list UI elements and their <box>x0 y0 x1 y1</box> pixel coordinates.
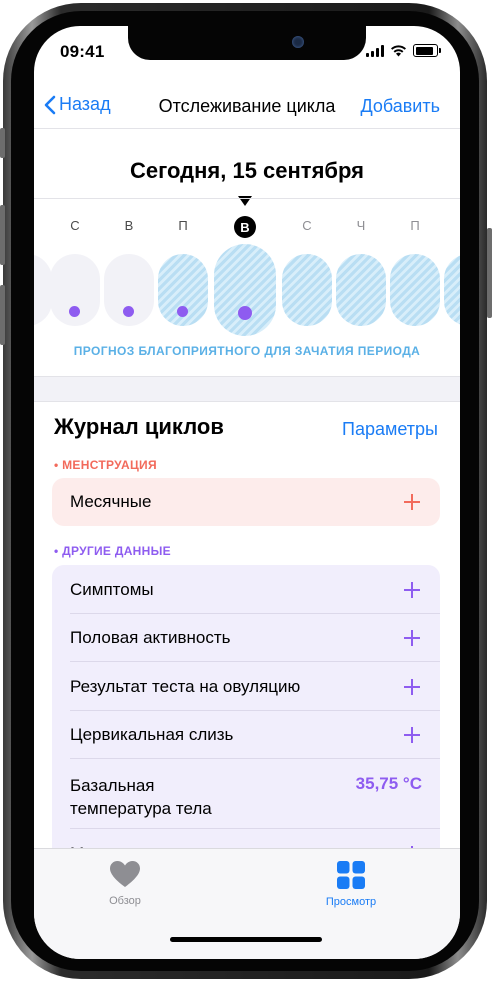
power-button <box>487 228 492 318</box>
day-letter: П <box>410 218 420 233</box>
basal-temperature-line2: температура тела <box>70 799 212 818</box>
section-gap <box>34 376 460 402</box>
calendar-divider <box>34 198 460 199</box>
day-letter-selected: В <box>234 216 256 238</box>
tab-browse-label: Просмотр <box>325 896 377 908</box>
tab-browse[interactable]: Просмотр <box>306 861 396 908</box>
period-row[interactable]: Месячные <box>52 478 440 526</box>
mute-switch <box>0 128 5 158</box>
day-cell-fertile[interactable] <box>444 254 460 326</box>
plus-icon[interactable] <box>404 679 420 695</box>
front-camera <box>292 36 304 48</box>
day-cell[interactable] <box>50 254 100 326</box>
fertile-forecast-label: ПРОГНОЗ БЛАГОПРИЯТНОГО ДЛЯ ЗАЧАТИЯ ПЕРИО… <box>73 344 421 358</box>
row-divider <box>70 758 440 759</box>
day-letter: П <box>178 218 188 233</box>
screen: 09:41 Назад Отслеживание цикла Добавить … <box>34 26 460 959</box>
home-indicator[interactable] <box>170 937 322 942</box>
day-letter: Ч <box>356 218 366 233</box>
menstruation-section-label: • МЕНСТРУАЦИЯ <box>54 458 157 472</box>
tab-bar: Обзор Просмотр <box>34 848 460 959</box>
day-cell-fertile[interactable] <box>390 254 440 326</box>
volume-down-button <box>0 285 5 345</box>
notch <box>128 26 366 60</box>
logged-dot <box>69 306 80 317</box>
day-letter: В <box>124 218 134 233</box>
grid-icon <box>337 861 365 889</box>
volume-up-button <box>0 205 5 265</box>
other-data-card: Симптомы Половая активность Результат те… <box>52 565 440 885</box>
symptoms-label[interactable]: Симптомы <box>70 580 422 600</box>
plus-icon[interactable] <box>404 582 420 598</box>
battery-icon <box>413 44 441 57</box>
day-letter: С <box>302 218 312 233</box>
basal-temperature-line1: Базальная <box>70 776 155 795</box>
status-icons <box>366 44 441 57</box>
basal-temperature-value: 35,75 °C <box>355 774 422 793</box>
add-button[interactable]: Добавить <box>360 96 440 117</box>
plus-icon[interactable] <box>404 494 420 510</box>
parameters-button[interactable]: Параметры <box>342 419 438 440</box>
day-cell-fertile[interactable] <box>282 254 332 326</box>
day-cell-fertile[interactable] <box>158 254 208 326</box>
sexual-activity-label[interactable]: Половая активность <box>70 628 422 648</box>
tab-summary[interactable]: Обзор <box>80 861 170 907</box>
heart-icon <box>110 861 140 887</box>
status-time: 09:41 <box>60 42 105 61</box>
wifi-icon <box>391 44 406 56</box>
row-divider <box>70 828 440 829</box>
today-date: Сегодня, 15 сентября <box>130 158 364 183</box>
day-cell[interactable] <box>104 254 154 326</box>
navigation-bar: Назад Отслеживание цикла Добавить <box>34 88 460 129</box>
logged-dot <box>123 306 134 317</box>
day-cell-today[interactable] <box>214 244 276 336</box>
row-divider <box>70 661 440 662</box>
day-letter: С <box>70 218 80 233</box>
plus-icon[interactable] <box>404 727 420 743</box>
plus-icon[interactable] <box>404 630 420 646</box>
signal-icon <box>366 44 384 57</box>
day-cell-fertile[interactable] <box>336 254 386 326</box>
other-data-section-label: • ДРУГИЕ ДАННЫЕ <box>54 544 171 558</box>
logged-dot <box>238 306 252 320</box>
tab-summary-label: Обзор <box>109 895 141 907</box>
ovulation-test-label[interactable]: Результат теста на овуляцию <box>70 677 422 697</box>
cervical-mucus-label[interactable]: Цервикальная слизь <box>70 725 422 745</box>
row-divider <box>70 613 440 614</box>
cycle-log-title: Журнал циклов <box>54 414 224 439</box>
logged-dot <box>177 306 188 317</box>
period-label: Месячные <box>70 492 152 511</box>
row-divider <box>70 710 440 711</box>
